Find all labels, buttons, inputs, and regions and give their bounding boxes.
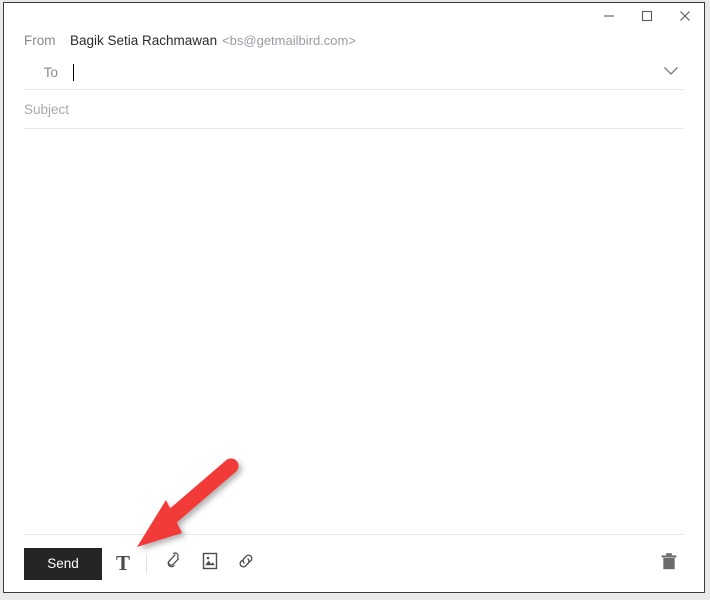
- trash-icon: [660, 552, 678, 576]
- compose-toolbar: Send T: [4, 535, 704, 592]
- from-label: From: [24, 33, 56, 48]
- insert-image-button[interactable]: [195, 548, 225, 580]
- link-icon: [236, 551, 256, 576]
- paperclip-icon: [164, 551, 184, 576]
- screenshot-root: From Bagik Setia Rachmawan <bs@getmailbi…: [0, 0, 710, 600]
- subject-row[interactable]: Subject: [4, 90, 704, 128]
- discard-button[interactable]: [654, 548, 684, 580]
- format-text-button[interactable]: T: [108, 548, 138, 580]
- compose-header: From Bagik Setia Rachmawan <bs@getmailbi…: [4, 33, 704, 129]
- compose-window: From Bagik Setia Rachmawan <bs@getmailbi…: [3, 2, 705, 593]
- subject-input[interactable]: Subject: [24, 102, 69, 117]
- chevron-down-icon: [663, 63, 679, 81]
- from-sender-address: <bs@getmailbird.com>: [222, 33, 356, 48]
- toolbar-separator: [146, 553, 147, 574]
- text-format-icon: T: [115, 551, 130, 575]
- window-titlebar: [4, 3, 704, 33]
- to-row[interactable]: To: [4, 55, 704, 89]
- minimize-button[interactable]: [590, 3, 628, 29]
- maximize-icon: [641, 10, 653, 22]
- message-body-editor[interactable]: [4, 129, 704, 534]
- close-icon: [679, 10, 691, 22]
- maximize-button[interactable]: [628, 3, 666, 29]
- send-button[interactable]: Send: [24, 547, 102, 580]
- to-label: To: [43, 64, 58, 80]
- minimize-icon: [603, 10, 615, 22]
- from-sender-name: Bagik Setia Rachmawan: [70, 33, 218, 48]
- to-input[interactable]: [70, 62, 658, 82]
- text-caret: [73, 63, 74, 81]
- from-row: From Bagik Setia Rachmawan <bs@getmailbi…: [4, 33, 704, 55]
- expand-recipients-button[interactable]: [658, 63, 684, 81]
- attach-file-button[interactable]: [159, 548, 189, 580]
- close-button[interactable]: [666, 3, 704, 29]
- image-icon: [201, 552, 219, 575]
- insert-link-button[interactable]: [231, 548, 261, 580]
